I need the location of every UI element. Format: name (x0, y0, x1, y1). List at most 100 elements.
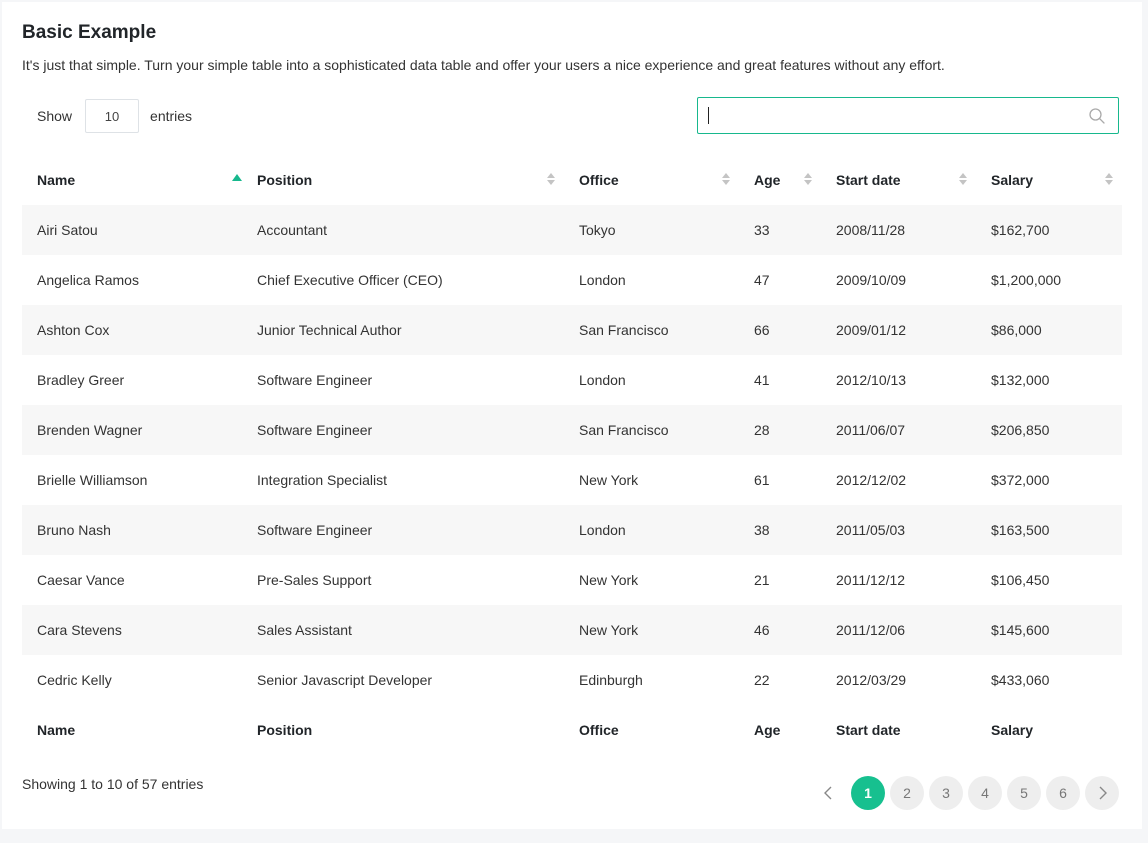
page-button-1[interactable]: 1 (851, 776, 885, 810)
cell-salary: $132,000 (991, 372, 1050, 388)
cell-position: Junior Technical Author (242, 305, 564, 355)
table-row: Cara Stevens Sales Assistant New York 46 201… (22, 605, 1122, 655)
column-header-age[interactable]: Age (739, 155, 821, 205)
page-button-2[interactable]: 2 (890, 776, 924, 810)
cell-name: Brenden Wagner (22, 405, 242, 455)
cell-salary: $86,000 (976, 305, 1122, 355)
cell-start-date: 2009/10/09 (836, 272, 907, 288)
table-row: Ashton Cox Junior Technical Author San Fra… (22, 305, 1122, 355)
show-label: Show (37, 108, 73, 124)
cell-position: Software Engineer (242, 405, 564, 455)
table-row: Brenden Wagner Software Engineer San Franc… (22, 405, 1122, 455)
cell-age: 41 (754, 372, 770, 388)
cell-age: 46 (739, 605, 821, 655)
table-row: Angelica Ramos Chief Executive Officer (C… (22, 255, 1122, 305)
header-row: Name Position Office Age Start date Sala… (22, 155, 1122, 205)
cell-name: Cara Stevens (22, 605, 242, 655)
cell-age: 22 (754, 672, 770, 688)
cell-name: Brielle Williamson (37, 472, 148, 488)
column-header-name[interactable]: Name (22, 155, 242, 205)
cell-salary: $106,450 (991, 572, 1050, 588)
cell-start-date: 2011/12/06 (821, 605, 976, 655)
search-input[interactable] (697, 97, 1119, 134)
cell-position: Sales Assistant (242, 605, 564, 655)
cell-salary: $433,060 (991, 672, 1050, 688)
column-header-position[interactable]: Position (242, 155, 564, 205)
cell-name: Cedric Kelly (37, 672, 112, 688)
cell-start-date: 2012/12/02 (836, 472, 907, 488)
cell-age: 21 (754, 572, 770, 588)
cell-position: Senior Javascript Developer (257, 672, 433, 688)
footer-header-salary: Salary (991, 722, 1034, 738)
cell-name: Ashton Cox (22, 305, 242, 355)
datatable-card: Basic Example It's just that simple. Tur… (2, 2, 1142, 829)
text-caret (708, 107, 709, 124)
entries-per-page-select[interactable]: 10 (85, 99, 140, 133)
page-button-4[interactable]: 4 (968, 776, 1002, 810)
cell-position: Integration Specialist (257, 472, 387, 488)
sort-icon (804, 173, 812, 185)
entries-length-control: Show 10 entries (37, 98, 192, 134)
table-row: Bradley Greer Software Engineer London 41 20… (22, 355, 1122, 405)
cell-office: London (579, 272, 626, 288)
page-button-5[interactable]: 5 (1007, 776, 1041, 810)
footer-header-office: Office (579, 722, 619, 738)
column-header-office[interactable]: Office (564, 155, 739, 205)
cell-office: New York (579, 572, 639, 588)
cell-office: San Francisco (564, 405, 739, 455)
search-icon[interactable] (1088, 107, 1106, 125)
sort-icon (959, 173, 967, 185)
cell-salary: $145,600 (976, 605, 1122, 655)
sort-ascending-icon (232, 174, 242, 181)
chevron-left-icon (824, 786, 832, 800)
chevron-right-icon (1099, 786, 1107, 800)
cell-salary: $162,700 (976, 205, 1122, 255)
cell-position: Accountant (242, 205, 564, 255)
table-info: Showing 1 to 10 of 57 entries (22, 776, 204, 792)
cell-position: Chief Executive Officer (CEO) (257, 272, 443, 288)
cell-salary: $1,200,000 (991, 272, 1062, 288)
cell-start-date: 2011/12/12 (836, 572, 906, 588)
cell-office: New York (579, 472, 639, 488)
cell-start-date: 2012/10/13 (836, 372, 907, 388)
cell-office: Tokyo (564, 205, 739, 255)
cell-position: Software Engineer (257, 372, 373, 388)
cell-position: Software Engineer (242, 505, 564, 555)
cell-office: New York (564, 605, 739, 655)
cell-name: Caesar Vance (37, 572, 125, 588)
cell-salary: $163,500 (976, 505, 1122, 555)
cell-age: 47 (754, 272, 770, 288)
cell-start-date: 2011/06/07 (821, 405, 976, 455)
cell-age: 66 (739, 305, 821, 355)
previous-page-button[interactable] (812, 776, 846, 810)
sort-icon (1105, 173, 1113, 185)
page-button-3[interactable]: 3 (929, 776, 963, 810)
cell-age: 61 (754, 472, 770, 488)
cell-name: Angelica Ramos (37, 272, 139, 288)
page-description: It's just that simple. Turn your simple … (22, 57, 945, 73)
cell-office: London (579, 372, 626, 388)
next-page-button[interactable] (1085, 776, 1119, 810)
table-row: Cedric Kelly Senior Javascript Developer E… (22, 655, 1122, 705)
cell-office: Edinburgh (579, 672, 643, 688)
sort-icon (722, 173, 730, 185)
table-row: Airi Satou Accountant Tokyo 33 2008/11/28 $16… (22, 205, 1122, 255)
sort-icon (547, 173, 555, 185)
cell-name: Bruno Nash (22, 505, 242, 555)
column-header-start-date[interactable]: Start date (821, 155, 976, 205)
entries-label: entries (150, 108, 193, 124)
pagination: 1 2 3 4 5 6 (812, 776, 1119, 810)
footer-header-name: Name (37, 722, 76, 738)
page-button-6[interactable]: 6 (1046, 776, 1080, 810)
cell-salary: $372,000 (991, 472, 1050, 488)
table-body: Airi Satou Accountant Tokyo 33 2008/11/28 $16… (22, 205, 1122, 705)
page-title: Basic Example (22, 22, 157, 43)
column-header-salary[interactable]: Salary (976, 155, 1122, 205)
footer-header-start-date: Start date (836, 722, 901, 738)
cell-position: Pre-Sales Support (257, 572, 372, 588)
table-row: Caesar Vance Pre-Sales Support New York 21 2… (22, 555, 1122, 605)
table-row: Brielle Williamson Integration Specialist… (22, 455, 1122, 505)
cell-start-date: 2012/03/29 (836, 672, 907, 688)
cell-salary: $206,850 (976, 405, 1122, 455)
data-table: Name Position Office Age Start date Sala… (22, 155, 1122, 755)
